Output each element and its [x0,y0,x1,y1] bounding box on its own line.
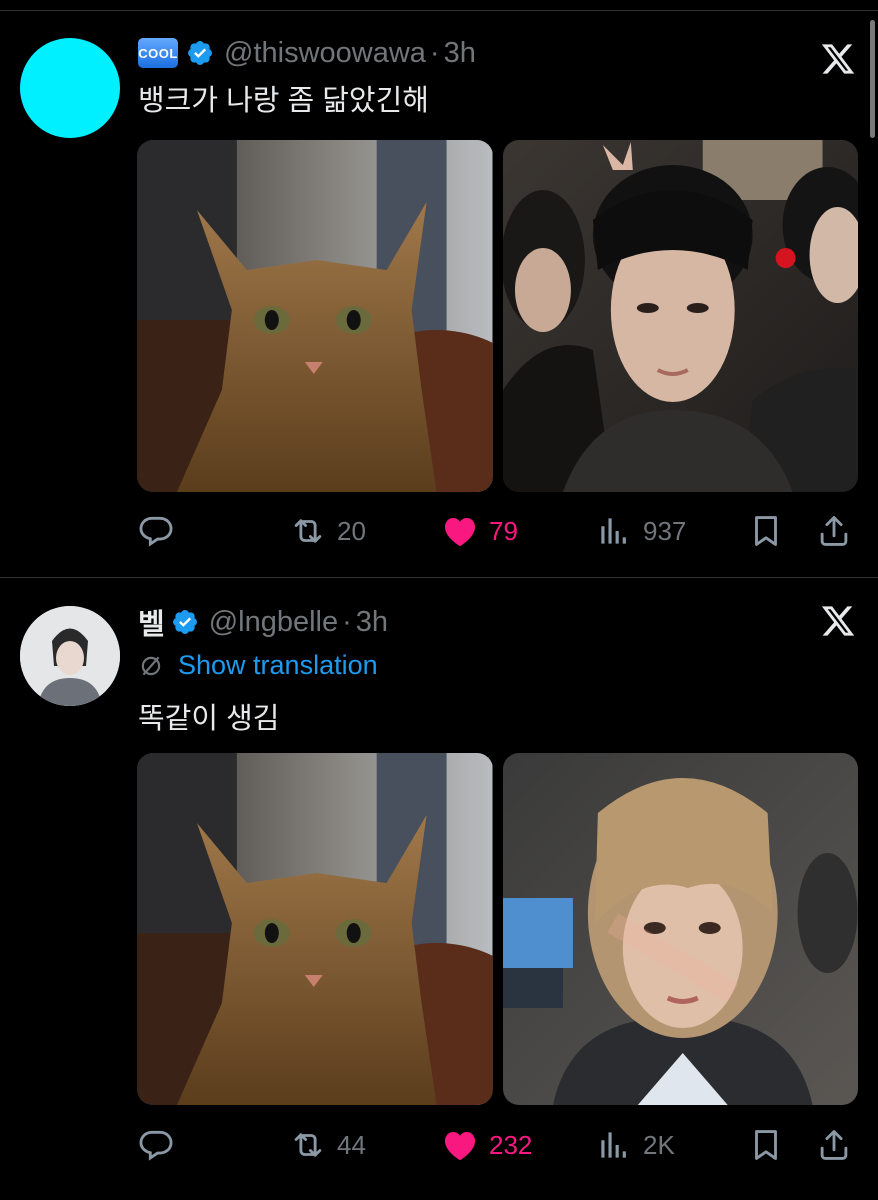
reply-icon [139,516,173,547]
views-count: 937 [643,515,687,546]
x-logo-icon [821,44,855,74]
separator-dot: · [342,605,352,638]
share-icon [820,1130,848,1160]
separator-dot: · [429,36,440,69]
like-button[interactable]: 79 [441,511,518,551]
tweet-actions: 20 79 937 [137,511,858,551]
reply-button[interactable] [137,1125,185,1165]
tweet-header: 벨 @lngbelle · 3h [138,602,388,642]
retweet-icon [294,1133,322,1157]
views-count: 2K [643,1129,675,1160]
bookmark-button[interactable] [747,511,795,551]
reply-icon [139,1130,173,1161]
tweet-1[interactable]: COOL @thiswoowawa · 3h 뱅크가 나랑 좀 닮았긴해 20 … [0,11,878,578]
cool-emoji-icon: COOL [138,38,178,68]
share-button[interactable] [815,511,863,551]
display-name[interactable]: 벨 [138,601,165,643]
retweet-icon [294,519,322,543]
group-selfie-photo[interactable] [502,140,858,492]
cat-photo[interactable] [137,140,493,492]
views-button[interactable]: 937 [595,511,686,551]
retweet-button[interactable]: 44 [289,1125,366,1165]
views-button[interactable]: 2K [595,1125,675,1165]
user-avatar[interactable] [20,38,120,138]
reply-button[interactable] [137,511,185,551]
tweet-time[interactable]: 3h [356,606,388,639]
heart-icon [444,518,476,547]
user-handle[interactable]: @thiswoowawa [224,37,426,70]
tweet-text: 뱅크가 나랑 좀 닮았긴해 [138,85,429,117]
tweet-time[interactable]: 3h [444,37,476,70]
verified-badge-icon [188,41,212,65]
like-count: 232 [489,1129,533,1160]
tweet-header: COOL @thiswoowawa · 3h [138,33,476,73]
retweet-count: 20 [337,515,366,546]
selfie-photo[interactable] [502,753,858,1105]
tweet-media[interactable] [137,753,858,1105]
tweet-actions: 44 232 2K [137,1125,858,1165]
top-divider [0,0,878,11]
translate-icon [141,656,161,675]
tweet-2[interactable]: 벨 @lngbelle · 3h Show translation 똑같이 생김 [0,578,878,1200]
bookmark-button[interactable] [747,1125,795,1165]
tweet-media[interactable] [137,140,858,492]
like-count: 79 [489,515,518,546]
cat-photo[interactable] [137,753,493,1105]
tweet-text: 똑같이 생김 [138,703,280,735]
retweet-count: 44 [337,1129,366,1160]
user-handle[interactable]: @lngbelle [209,606,338,639]
share-icon [820,516,848,546]
show-translation-link[interactable]: Show translation [138,650,378,681]
heart-icon [444,1132,476,1161]
show-translation-label: Show translation [178,650,378,680]
analytics-icon [601,1132,626,1158]
x-logo-icon [821,606,855,636]
user-avatar[interactable] [20,606,120,706]
analytics-icon [601,518,626,544]
like-button[interactable]: 232 [441,1125,532,1165]
retweet-button[interactable]: 20 [289,511,366,551]
share-button[interactable] [815,1125,863,1165]
bookmark-icon [755,1130,777,1160]
verified-badge-icon [172,610,197,634]
bookmark-icon [755,516,777,546]
